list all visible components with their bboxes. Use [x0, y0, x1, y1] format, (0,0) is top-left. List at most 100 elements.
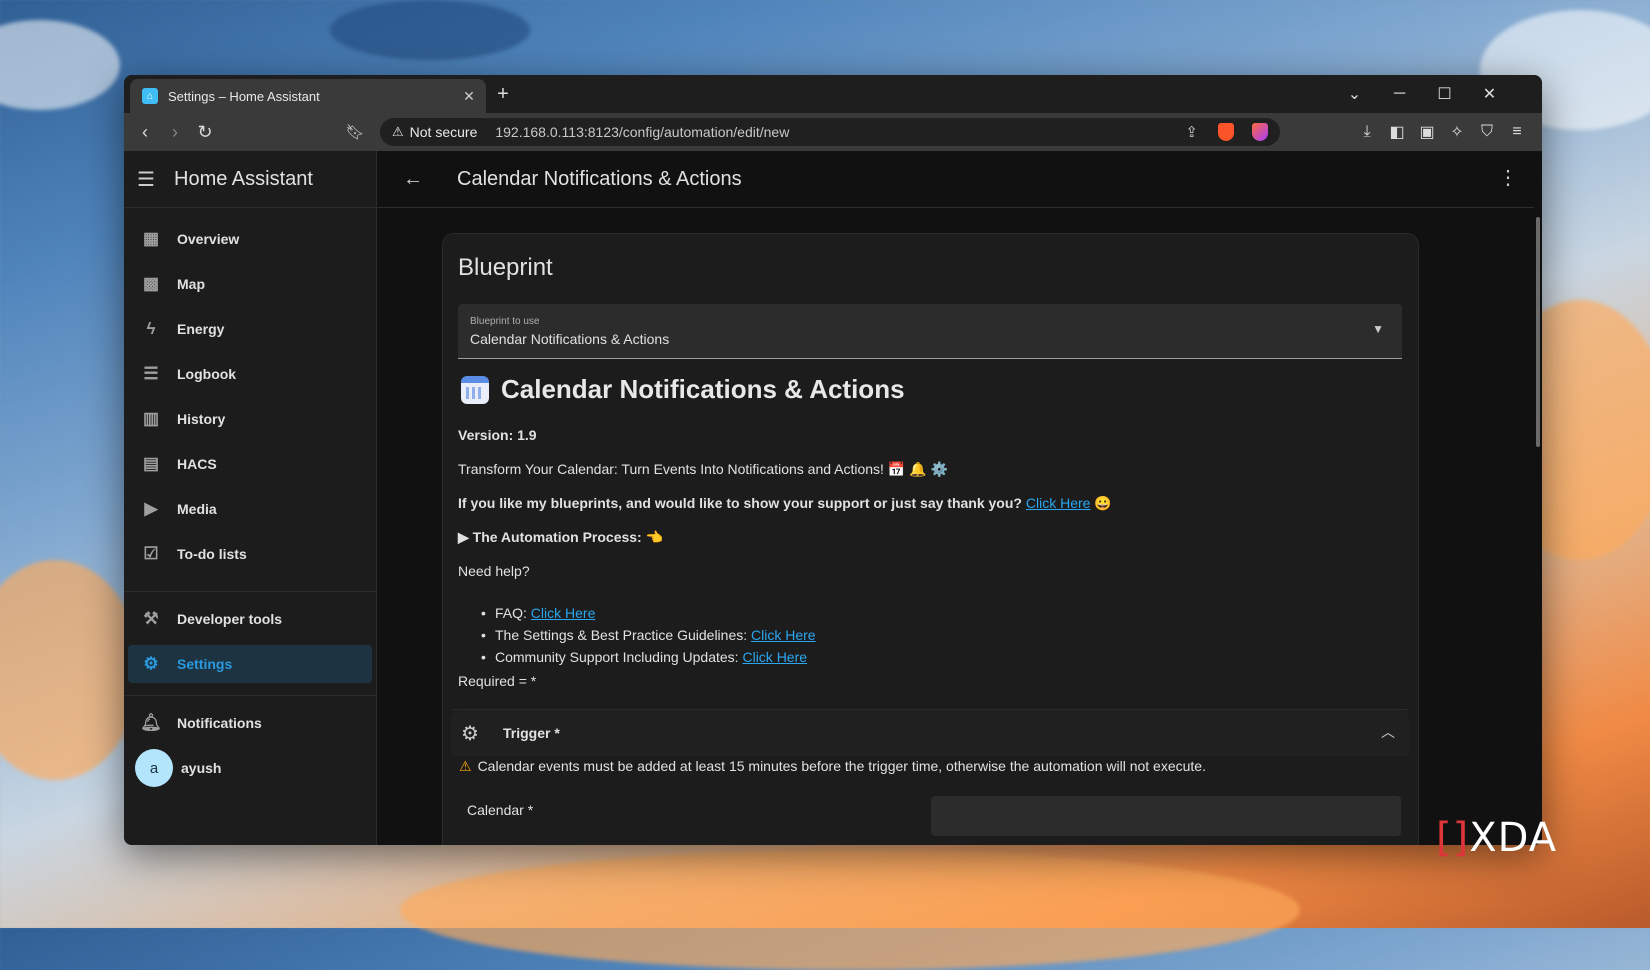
home-assistant-logo-icon: ⌂	[142, 88, 158, 104]
support-line: If you like my blueprints, and would lik…	[458, 495, 1112, 512]
list-item: FAQ: Click Here	[481, 605, 816, 627]
download-icon[interactable]: ⤓	[1352, 123, 1382, 141]
sidebar-item-label: Overview	[177, 231, 240, 247]
wallpaper-cloud	[0, 560, 140, 780]
close-window-icon[interactable]: ✕	[1467, 84, 1512, 104]
sidebar-item-todo-lists[interactable]: ☑ To-do lists	[128, 535, 372, 573]
warning-icon: ⚠	[392, 124, 404, 139]
calendar-label: Calendar *	[467, 802, 534, 818]
new-tab-button[interactable]: +	[492, 83, 514, 106]
select-label: Blueprint to use	[470, 316, 540, 327]
scrollbar-thumb[interactable]	[1536, 217, 1540, 447]
url-text[interactable]: 192.168.0.113:8123/config/automation/edi…	[495, 124, 789, 140]
trigger-warning: ⚠ Calendar events must be added at least …	[459, 758, 1206, 775]
blueprint-select[interactable]: Blueprint to use Calendar Notifications …	[458, 304, 1402, 359]
sidebar-item-label: Developer tools	[177, 611, 283, 627]
bookmark-icon[interactable]: 🔖︎	[340, 123, 370, 141]
back-arrow-icon[interactable]: ←	[393, 168, 433, 191]
faq-link[interactable]: Click Here	[531, 605, 596, 621]
media-icon: ▶	[144, 499, 158, 518]
browser-tab[interactable]: ⌂ Settings – Home Assistant ✕	[130, 79, 486, 113]
wallpaper-cloud	[0, 20, 120, 110]
forward-icon[interactable]: ›	[160, 122, 190, 143]
sidebar-item-label: To-do lists	[177, 546, 247, 562]
hamburger-menu-icon[interactable]: ☰	[124, 167, 174, 192]
list-item: Community Support Including Updates: Cli…	[481, 649, 816, 671]
sidebar-item-history[interactable]: ▥ History	[128, 400, 372, 438]
minimize-icon[interactable]: ─	[1377, 85, 1422, 103]
sidebar-item-label: HACS	[177, 456, 217, 472]
toolbar-right: ⤓ ◧ ▣ ✧ ⛉ ≡	[1352, 113, 1532, 151]
menu-icon[interactable]: ≡	[1502, 123, 1532, 141]
hammer-icon: ⚒	[143, 609, 159, 628]
sidebar-item-label: Settings	[177, 656, 233, 672]
list-item-text: FAQ:	[495, 605, 527, 621]
sidebar-item-map[interactable]: ▩ Map	[128, 265, 372, 303]
sidebar-toggle-icon[interactable]: ◧	[1382, 122, 1412, 142]
trigger-header[interactable]: ⚙ Trigger * ︿	[451, 710, 1409, 756]
sidebar-item-label: Notifications	[177, 715, 262, 731]
logbook-icon: ☰	[143, 364, 159, 383]
scrollbar[interactable]	[1534, 207, 1542, 845]
sidebar-item-energy[interactable]: ϟ Energy	[128, 310, 372, 348]
chevron-up-icon[interactable]: ︿	[1381, 722, 1395, 742]
sidebar: ☰ Home Assistant ▦ Overview ▩ Map ϟ Ener…	[124, 151, 377, 845]
sidebar-item-developer-tools[interactable]: ⚒ Developer tools	[128, 600, 372, 638]
overview-icon: ▦	[142, 229, 160, 248]
calendar-select[interactable]	[931, 796, 1401, 836]
tab-strip: ⌂ Settings – Home Assistant ✕ + ⌄ ─ ☐ ✕	[124, 75, 1542, 113]
tab-search-icon[interactable]: ⌄	[1332, 84, 1377, 104]
tab-close-icon[interactable]: ✕	[458, 88, 480, 105]
need-help-text: Need help?	[458, 563, 530, 579]
sidebar-item-hacs[interactable]: ▤ HACS	[128, 445, 372, 483]
guidelines-link[interactable]: Click Here	[751, 627, 816, 643]
main-content: ← Calendar Notifications & Actions ⋮ Blu…	[377, 151, 1542, 845]
energy-icon: ϟ	[146, 319, 156, 338]
sidebar-header: ☰ Home Assistant	[124, 151, 376, 208]
sidebar-item-media[interactable]: ▶ Media	[128, 490, 372, 528]
reload-icon[interactable]: ↻	[190, 122, 220, 143]
blueprint-card: Blueprint Blueprint to use Calendar Noti…	[442, 233, 1419, 845]
gear-icon: ⚙	[143, 654, 159, 673]
bell-icon: 🔔︎	[140, 713, 162, 732]
leo-ai-icon[interactable]: ✧	[1442, 122, 1472, 142]
help-list: FAQ: Click Here The Settings & Best Prac…	[481, 605, 816, 671]
sidebar-item-notifications[interactable]: 🔔︎ Notifications	[128, 704, 372, 742]
trigger-label: Trigger *	[503, 725, 560, 741]
todo-icon: ☑	[143, 544, 159, 563]
address-bar[interactable]: ⚠ Not secure 192.168.0.113:8123/config/a…	[380, 118, 1280, 146]
vpn-icon[interactable]: ⛉	[1472, 123, 1502, 141]
sidebar-item-logbook[interactable]: ☰ Logbook	[128, 355, 372, 393]
back-icon[interactable]: ‹	[130, 122, 160, 143]
dropdown-arrow-icon[interactable]: ▼	[1372, 322, 1384, 336]
sidebar-item-settings[interactable]: ⚙ Settings	[128, 645, 372, 683]
security-label[interactable]: Not secure	[410, 124, 478, 140]
app-title: Home Assistant	[174, 167, 313, 190]
warning-icon: ⚠	[459, 758, 472, 774]
calendar-icon	[461, 375, 489, 404]
list-item-text: The Settings & Best Practice Guidelines:	[495, 627, 748, 643]
watermark-text: XDA	[1469, 815, 1558, 861]
brave-shields-icon[interactable]	[1218, 123, 1234, 141]
blueprint-title: Calendar Notifications & Actions	[461, 374, 905, 405]
page-header: ← Calendar Notifications & Actions ⋮	[377, 151, 1542, 208]
sidebar-item-user[interactable]: a ayush	[128, 749, 372, 787]
brave-rewards-icon[interactable]	[1252, 123, 1268, 141]
browser-window: ⌂ Settings – Home Assistant ✕ + ⌄ ─ ☐ ✕ …	[124, 75, 1542, 845]
more-options-icon[interactable]: ⋮	[1498, 165, 1518, 190]
maximize-icon[interactable]: ☐	[1422, 84, 1467, 104]
user-name: ayush	[181, 760, 222, 776]
wallpaper-cloud	[400, 850, 1300, 970]
sidebar-item-label: Logbook	[177, 366, 237, 382]
community-link[interactable]: Click Here	[742, 649, 807, 665]
share-icon[interactable]: ⇪	[1185, 123, 1198, 141]
sidebar-item-label: History	[177, 411, 226, 427]
support-link[interactable]: Click Here	[1026, 495, 1091, 511]
sidebar-item-overview[interactable]: ▦ Overview	[128, 220, 372, 258]
sidebar-item-label: Energy	[177, 321, 225, 337]
wallet-icon[interactable]: ▣	[1412, 122, 1442, 142]
xda-watermark: []XDA	[1436, 815, 1557, 861]
select-value: Calendar Notifications & Actions	[470, 331, 670, 347]
automation-process-toggle[interactable]: ▶ The Automation Process: 👈	[458, 529, 663, 546]
required-note: Required = *	[458, 673, 537, 689]
